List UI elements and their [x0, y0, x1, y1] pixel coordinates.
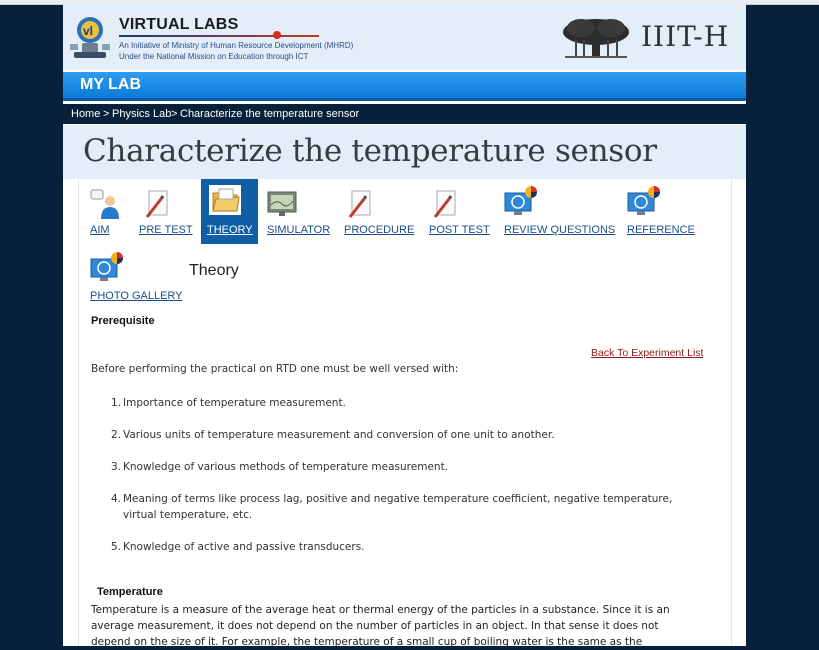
- list-text: Importance of temperature measurement.: [123, 397, 346, 409]
- list-text: Various units of temperature measurement…: [123, 429, 555, 441]
- banyan-tree-icon: [563, 19, 629, 58]
- nav-reference-link[interactable]: REFERENCE: [627, 224, 695, 236]
- nav-review-questions-link[interactable]: REVIEW QUESTIONS: [504, 224, 615, 236]
- breadcrumb-physics-lab[interactable]: Physics Lab: [112, 108, 171, 120]
- breadcrumb-separator: >: [103, 108, 110, 120]
- list-number: 2.: [110, 429, 121, 441]
- breadcrumb-separator: >: [171, 108, 178, 120]
- monitor-globe-icon: [504, 186, 537, 215]
- monitor-icon: [267, 191, 297, 216]
- list-number: 3.: [110, 461, 121, 473]
- list-number: 4.: [110, 493, 121, 505]
- temperature-paragraph: Temperature is a measure of the average …: [91, 604, 670, 648]
- title-band: Characterize the temperature sensor: [63, 125, 746, 179]
- nav-simulator-link[interactable]: SIMULATOR: [267, 224, 330, 236]
- pencil-paper-icon: [433, 190, 456, 218]
- nav-procedure-link[interactable]: PROCEDURE: [344, 224, 414, 236]
- nav-post-test-link[interactable]: POST TEST: [429, 224, 490, 236]
- section-label: Theory: [189, 262, 239, 279]
- prerequisite-heading: Prerequisite: [91, 315, 155, 327]
- back-to-experiment-list-link[interactable]: Back To Experiment List: [591, 347, 703, 359]
- pencil-paper-icon: [348, 190, 371, 218]
- nav-pre-test-link[interactable]: PRE TEST: [139, 224, 193, 236]
- svg-text:vl: vl: [83, 24, 93, 38]
- pencil-paper-icon: [145, 190, 168, 218]
- nav-theory-link[interactable]: THEORY: [207, 224, 253, 236]
- nav-theory[interactable]: THEORY: [201, 179, 258, 244]
- list-text: Knowledge of active and passive transduc…: [123, 541, 365, 553]
- page-container: vl VIRTUAL LABS An Initiative of Ministr…: [63, 4, 746, 648]
- institute-logo-text[interactable]: IIIT-H: [641, 20, 729, 53]
- list-number: 5.: [110, 541, 121, 553]
- brand-title: VIRTUAL LABS: [119, 16, 239, 33]
- site-header: vl VIRTUAL LABS An Initiative of Ministr…: [63, 4, 746, 70]
- intro-text: Before performing the practical on RTD o…: [91, 363, 459, 375]
- monitor-globe-icon: [627, 186, 660, 215]
- brand-dot: [273, 31, 281, 39]
- list-text: Meaning of terms like process lag, posit…: [123, 493, 673, 521]
- folder-icon: [209, 185, 241, 215]
- brand-subtitle-mhrd: An Initiative of Ministry of Human Resou…: [119, 41, 354, 50]
- temperature-heading: Temperature: [97, 586, 163, 598]
- brand-divider: [119, 35, 319, 37]
- mylab-bar: MY LAB: [63, 72, 746, 101]
- breadcrumb: Home > Physics Lab > Characterize the te…: [63, 104, 746, 124]
- list-text: Knowledge of various methods of temperat…: [123, 461, 449, 473]
- brand-subtitle-ict: Under the National Mission on Education …: [119, 52, 309, 61]
- virtual-labs-logo[interactable]: vl: [68, 14, 112, 62]
- nav-photo-gallery-link[interactable]: PHOTO GALLERY: [90, 290, 183, 302]
- list-number: 1.: [110, 397, 121, 409]
- mylab-label[interactable]: MY LAB: [80, 76, 141, 94]
- monitor-globe-icon: [90, 252, 123, 281]
- breadcrumb-home[interactable]: Home: [71, 108, 100, 120]
- breadcrumb-current: Characterize the temperature sensor: [180, 108, 360, 120]
- nav-aim-link[interactable]: AIM: [90, 224, 110, 236]
- person-icon: [90, 189, 119, 219]
- content-panel: AIM PRE TEST THEORY SIMULATOR PROCEDURE …: [78, 179, 732, 648]
- page-title: Characterize the temperature sensor: [83, 133, 657, 169]
